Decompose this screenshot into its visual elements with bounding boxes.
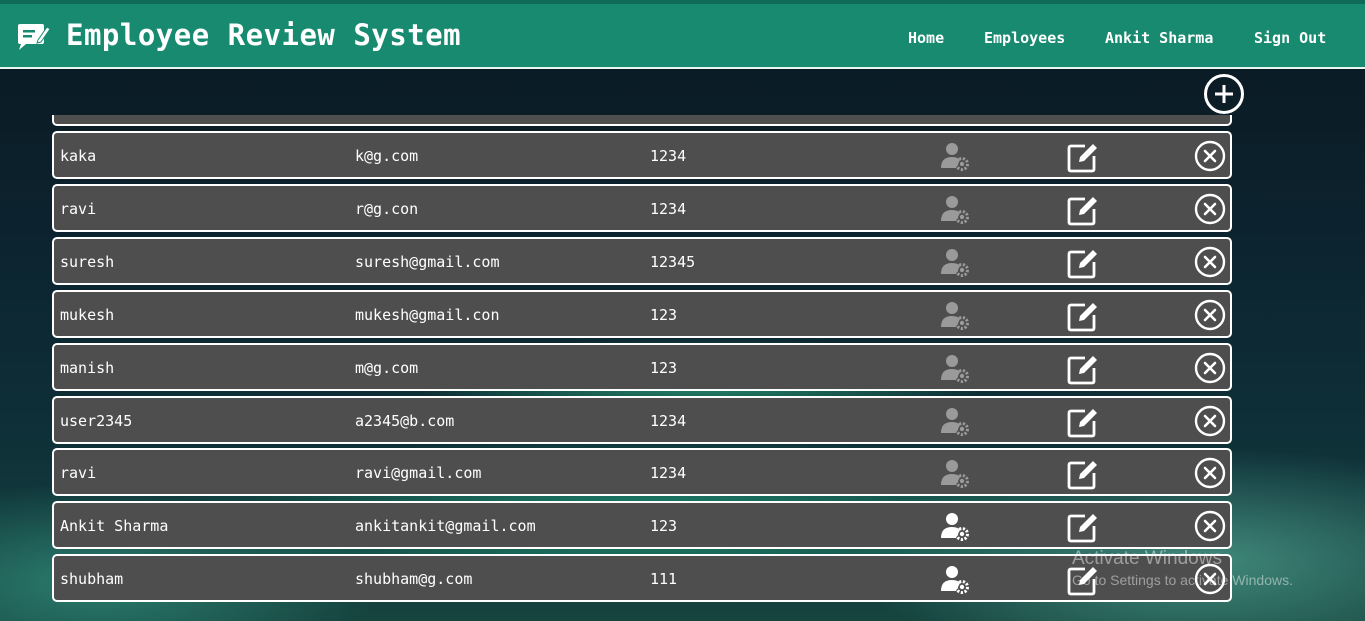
employee-password: 1234: [650, 200, 687, 218]
employee-email: suresh@gmail.com: [355, 253, 500, 271]
employee-email: k@g.com: [355, 147, 419, 165]
employee-password: 111: [650, 570, 678, 588]
employee-row: ravi r@g.con 1234: [52, 184, 1232, 232]
edit-icon[interactable]: [1067, 141, 1099, 173]
delete-icon[interactable]: [1194, 457, 1226, 489]
delete-icon[interactable]: [1194, 352, 1226, 384]
delete-icon[interactable]: [1194, 299, 1226, 331]
edit-icon[interactable]: [1067, 511, 1099, 543]
employee-password: 1234: [650, 412, 687, 430]
employee-name: user2345: [60, 412, 133, 430]
employee-row: user2345 a2345@b.com 1234: [52, 396, 1232, 444]
user-gear-icon[interactable]: [940, 564, 972, 596]
plus-circle-icon: [1215, 85, 1233, 103]
employee-row: ravi ravi@gmail.com 1234: [52, 448, 1232, 496]
employee-name: shubham: [60, 570, 124, 588]
employee-password: 1234: [650, 464, 687, 482]
employee-password: 1234: [650, 147, 687, 165]
delete-icon[interactable]: [1194, 405, 1226, 437]
employee-email: r@g.con: [355, 200, 419, 218]
activate-windows-title: Activate Windows: [1072, 548, 1222, 569]
review-logo-icon: [16, 22, 51, 52]
edit-icon[interactable]: [1067, 353, 1099, 385]
employee-row: suresh suresh@gmail.com 12345: [52, 237, 1232, 285]
user-gear-icon[interactable]: [940, 247, 972, 279]
employee-name: suresh: [60, 253, 115, 271]
employee-name: mukesh: [60, 306, 115, 324]
user-gear-icon[interactable]: [940, 300, 972, 332]
employee-name: kaka: [60, 147, 97, 165]
employee-password: 123: [650, 306, 678, 324]
delete-icon[interactable]: [1194, 193, 1226, 225]
user-gear-icon[interactable]: [940, 141, 972, 173]
delete-icon[interactable]: [1194, 510, 1226, 542]
user-gear-icon[interactable]: [940, 353, 972, 385]
edit-icon[interactable]: [1067, 406, 1099, 438]
nav-home-link[interactable]: Home: [908, 29, 944, 49]
nav-employees-link[interactable]: Employees: [984, 29, 1065, 49]
employee-email: mukesh@gmail.con: [355, 306, 500, 324]
delete-icon[interactable]: [1194, 140, 1226, 172]
nav-user-link[interactable]: Ankit Sharma: [1105, 29, 1213, 49]
employee-email: m@g.com: [355, 359, 419, 377]
edit-icon[interactable]: [1067, 458, 1099, 490]
employee-email: ankitankit@gmail.com: [355, 517, 536, 535]
user-gear-icon[interactable]: [940, 194, 972, 226]
activate-windows-subtitle: Go to Settings to activate Windows.: [1072, 572, 1293, 588]
employee-email: shubham@g.com: [355, 570, 473, 588]
nav-sign-out-link[interactable]: Sign Out: [1254, 29, 1326, 49]
edit-icon[interactable]: [1067, 247, 1099, 279]
employee-name: ravi: [60, 200, 97, 218]
employee-email: ravi@gmail.com: [355, 464, 482, 482]
employee-name: Ankit Sharma: [60, 517, 169, 535]
employee-row: shubham shubham@g.com 111: [52, 554, 1232, 602]
employee-name: manish: [60, 359, 115, 377]
app-title: Employee Review System: [66, 18, 462, 52]
employee-password: 123: [650, 517, 678, 535]
edit-icon[interactable]: [1067, 300, 1099, 332]
employee-password: 123: [650, 359, 678, 377]
employee-name: ravi: [60, 464, 97, 482]
employee-row: kaka k@g.com 1234: [52, 131, 1232, 179]
employee-row: Ankit Sharma ankitankit@gmail.com 123: [52, 501, 1232, 549]
employee-row: mukesh mukesh@gmail.con 123: [52, 290, 1232, 338]
top-navbar: Employee Review System Home Employees An…: [0, 0, 1365, 69]
edit-icon[interactable]: [1067, 194, 1099, 226]
user-gear-icon[interactable]: [940, 458, 972, 490]
employee-password: 12345: [650, 253, 696, 271]
add-employee-button[interactable]: [1204, 74, 1244, 114]
partial-employee-row: [52, 115, 1232, 126]
employee-row: manish m@g.com 123: [52, 343, 1232, 391]
employee-email: a2345@b.com: [355, 412, 455, 430]
user-gear-icon[interactable]: [940, 406, 972, 438]
delete-icon[interactable]: [1194, 246, 1226, 278]
user-gear-icon[interactable]: [940, 511, 972, 543]
